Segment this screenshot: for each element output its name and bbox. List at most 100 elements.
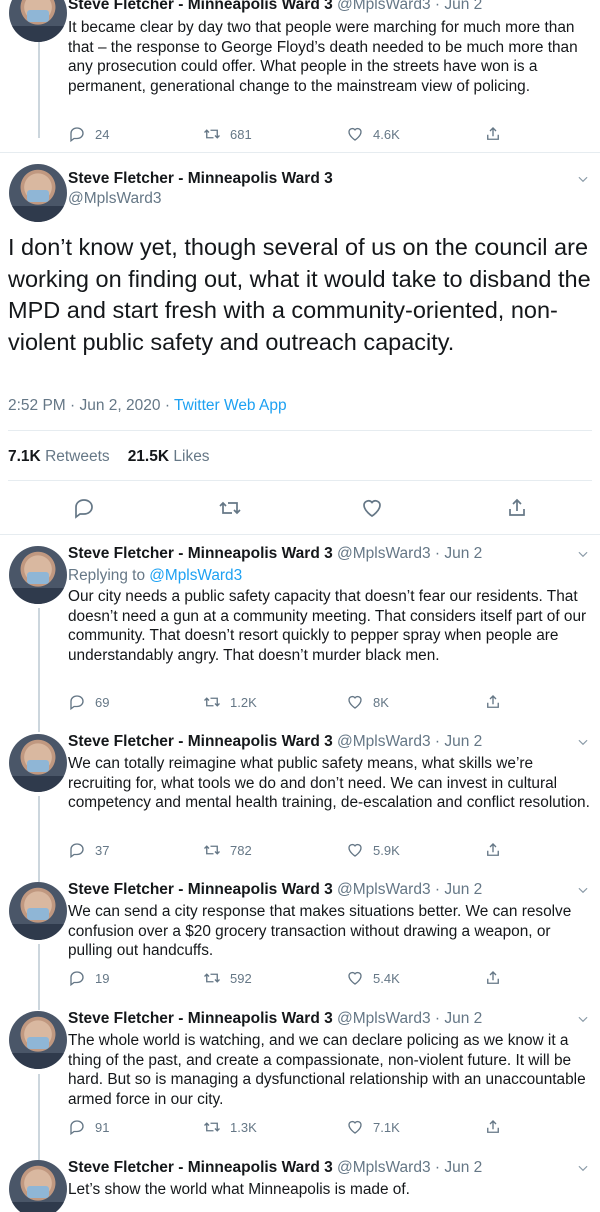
tweet-actions: 91 1.3K 7.1K	[68, 1118, 568, 1138]
like-total: 21.5K	[127, 448, 170, 465]
like-button[interactable]: 5.4K	[346, 969, 400, 987]
reply-button[interactable]: 19	[68, 969, 109, 987]
replying-mention[interactable]: @MplsWard3	[149, 567, 242, 584]
share-button[interactable]	[484, 693, 511, 711]
author-handle[interactable]: @MplsWard3	[68, 190, 162, 208]
tweet-actions: 69 1.2K 8K	[68, 693, 568, 713]
avatar[interactable]	[9, 734, 67, 792]
reply-count: 19	[95, 970, 110, 986]
like-icon	[348, 1120, 362, 1134]
like-button[interactable]: 8K	[346, 693, 389, 711]
divider	[0, 534, 600, 535]
like-count: 5.4K	[373, 970, 400, 986]
retweet-icon[interactable]	[218, 496, 242, 520]
chevron-down-icon[interactable]	[576, 172, 590, 186]
tweet-header: Steve Fletcher - Minneapolis Ward 3 @Mpl…	[68, 881, 482, 899]
avatar[interactable]	[9, 1011, 67, 1069]
author-handle[interactable]: @MplsWard3	[337, 1159, 431, 1176]
tweet-date[interactable]: Jun 2	[444, 1159, 482, 1176]
tweet-reply[interactable]: Steve Fletcher - Minneapolis Ward 3 @Mpl…	[0, 726, 600, 870]
reply-icon[interactable]	[72, 496, 96, 520]
like-label: Likes	[173, 448, 210, 465]
author-handle[interactable]: @MplsWard3	[337, 545, 431, 562]
reply-icon	[70, 971, 84, 987]
reply-button[interactable]: 91	[68, 1118, 109, 1136]
tweet-reply[interactable]: Steve Fletcher - Minneapolis Ward 3 @Mpl…	[0, 538, 600, 722]
tweet-text: We can totally reimagine what public saf…	[68, 755, 590, 811]
share-icon	[487, 695, 499, 708]
tweet-reply[interactable]: Steve Fletcher - Minneapolis Ward 3 @Mpl…	[0, 1003, 600, 1149]
reply-button[interactable]: 69	[68, 693, 109, 711]
author-name[interactable]: Steve Fletcher - Minneapolis Ward 3	[68, 545, 333, 562]
separator: ·	[434, 733, 441, 750]
tweet-header: Steve Fletcher - Minneapolis Ward 3 @Mpl…	[68, 1159, 482, 1177]
author-name[interactable]: Steve Fletcher - Minneapolis Ward 3	[68, 733, 333, 750]
tweet-text: We can send a city response that makes s…	[68, 903, 572, 959]
tweet-date[interactable]: Jun 2	[444, 545, 482, 562]
share-icon	[487, 843, 499, 856]
like-button[interactable]: 5.9K	[346, 841, 400, 859]
chevron-down-icon[interactable]	[576, 1012, 590, 1026]
avatar[interactable]	[9, 882, 67, 940]
chevron-down-icon[interactable]	[576, 883, 590, 897]
retweet-icon	[204, 973, 220, 983]
author-handle[interactable]: @MplsWard3	[337, 881, 431, 898]
likes-stat[interactable]: 21.5K Likes	[128, 448, 210, 465]
like-button[interactable]: 7.1K	[346, 1118, 400, 1136]
retweet-label: Retweets	[45, 448, 110, 465]
chevron-down-icon[interactable]	[576, 1161, 590, 1175]
retweet-button[interactable]: 592	[203, 969, 252, 987]
retweet-count: 782	[230, 842, 252, 858]
like-icon[interactable]	[360, 496, 384, 520]
tweet-date[interactable]: Jun 2	[444, 881, 482, 898]
retweet-count: 1.2K	[230, 694, 257, 710]
tweet-text: Our city needs a public safety capacity …	[68, 588, 587, 664]
share-button[interactable]	[484, 1118, 511, 1136]
avatar[interactable]	[9, 1160, 67, 1212]
reply-icon	[70, 1120, 84, 1136]
reply-icon	[70, 843, 84, 859]
like-count: 7.1K	[373, 1119, 400, 1135]
separator: ·	[434, 1010, 441, 1027]
tweet-reply[interactable]: Steve Fletcher - Minneapolis Ward 3 @Mpl…	[0, 1152, 600, 1212]
like-count: 8K	[373, 694, 389, 710]
main-tweet-text: I don’t know yet, though several of us o…	[8, 234, 591, 355]
like-icon	[348, 695, 362, 709]
retweet-button[interactable]: 1.3K	[203, 1118, 257, 1136]
retweet-button[interactable]: 782	[203, 841, 252, 859]
share-icon	[487, 1120, 499, 1133]
separator: ·	[434, 881, 441, 898]
retweet-icon	[204, 845, 220, 855]
like-count: 5.9K	[373, 842, 400, 858]
retweet-count: 1.3K	[230, 1119, 257, 1135]
retweets-stat[interactable]: 7.1K Retweets	[8, 448, 110, 465]
avatar[interactable]	[9, 546, 67, 604]
reply-button[interactable]: 37	[68, 841, 109, 859]
tweet-date[interactable]: Jun 2	[444, 1010, 482, 1027]
retweet-button[interactable]: 1.2K	[203, 693, 257, 711]
reply-icon	[70, 695, 84, 711]
share-icon	[487, 971, 499, 984]
tweet-time[interactable]: 2:52 PM · Jun 2, 2020 ·	[8, 397, 174, 414]
tweet-reply[interactable]: Steve Fletcher - Minneapolis Ward 3 @Mpl…	[0, 874, 600, 1000]
chevron-down-icon[interactable]	[576, 735, 590, 749]
author-name[interactable]: Steve Fletcher - Minneapolis Ward 3	[68, 881, 333, 898]
like-icon	[348, 971, 362, 985]
author-handle[interactable]: @MplsWard3	[337, 733, 431, 750]
author-name[interactable]: Steve Fletcher - Minneapolis Ward 3	[68, 1159, 333, 1176]
author-name[interactable]: Steve Fletcher - Minneapolis Ward 3	[68, 170, 333, 188]
author-handle[interactable]: @MplsWard3	[337, 1010, 431, 1027]
author-name[interactable]: Steve Fletcher - Minneapolis Ward 3	[68, 1010, 333, 1027]
retweet-total: 7.1K	[8, 448, 41, 465]
tweet-stats: 7.1K Retweets 21.5K Likes	[8, 448, 210, 466]
source-app-link[interactable]: Twitter Web App	[174, 397, 287, 414]
share-icon[interactable]	[505, 496, 529, 520]
like-icon	[348, 843, 362, 857]
share-button[interactable]	[484, 969, 511, 987]
main-tweet-actions	[0, 496, 600, 522]
retweet-icon	[204, 697, 220, 707]
avatar[interactable]	[9, 164, 67, 222]
tweet-date[interactable]: Jun 2	[444, 733, 482, 750]
chevron-down-icon[interactable]	[576, 547, 590, 561]
share-button[interactable]	[484, 841, 511, 859]
